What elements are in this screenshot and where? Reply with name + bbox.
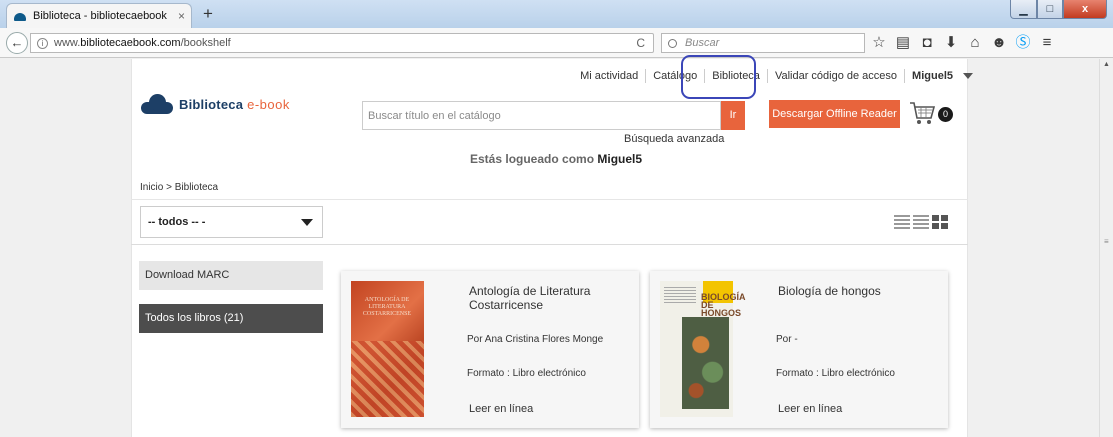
nav-separator	[766, 69, 768, 83]
book-format: Formato : Libro electrónico	[467, 368, 586, 379]
book-title[interactable]: Antología de Literatura Costarricense	[469, 284, 619, 312]
nav-mi-actividad[interactable]: Mi actividad	[580, 70, 638, 82]
catalog-search-input[interactable]: Buscar título en el catálogo	[362, 101, 721, 130]
grid-view-icon[interactable]	[932, 215, 948, 229]
close-window-button[interactable]: x	[1063, 0, 1107, 19]
logo-text-bold: Biblioteca	[179, 96, 244, 112]
book-title[interactable]: Biología de hongos	[778, 284, 928, 298]
view-toggle	[891, 215, 948, 229]
reload-icon[interactable]: C	[636, 36, 645, 50]
nav-validar-codigo[interactable]: Validar código de acceso	[775, 70, 897, 82]
browser-search-input[interactable]: Buscar	[661, 33, 865, 53]
url-host: bibliotecaebook.com	[80, 37, 181, 49]
new-tab-button[interactable]: +	[198, 4, 218, 24]
url-path: /bookshelf	[180, 37, 231, 49]
cart-count-badge: 0	[938, 107, 953, 122]
book-format: Formato : Libro electrónico	[776, 368, 895, 379]
menu-icon[interactable]: ≡	[1036, 28, 1058, 58]
home-icon[interactable]: ⌂	[964, 28, 986, 58]
search-go-button[interactable]: Ir	[721, 101, 745, 130]
scroll-up-icon[interactable]: ▲	[1103, 61, 1110, 68]
book-author: Por -	[776, 334, 798, 345]
cart-icon[interactable]	[908, 99, 936, 127]
chat-icon[interactable]: ☻	[988, 28, 1010, 58]
scroll-grip-icon[interactable]: ≡	[1104, 237, 1109, 246]
tab-title: Biblioteca - bibliotecaebook	[33, 10, 167, 22]
book-author: Por Ana Cristina Flores Monge	[467, 334, 604, 345]
reading-list-icon[interactable]: ▤	[892, 28, 914, 58]
sidebar-item-download-marc[interactable]: Download MARC	[139, 261, 323, 290]
pocket-icon[interactable]: ◘	[916, 28, 938, 58]
chevron-down-icon[interactable]	[963, 73, 973, 79]
cover-title: BIOLOGÍA DE HONGOS	[701, 292, 746, 318]
star-icon[interactable]: ☆	[868, 28, 890, 58]
browser-toolbar: ☆ ▤ ◘ ⬇ ⌂ ☻ Ⓢ ≡	[866, 28, 1058, 58]
top-nav: Mi actividad Catálogo Biblioteca Validar…	[580, 69, 973, 83]
logged-in-status: Estás logueado como Miguel5	[470, 152, 642, 166]
list-view-icon[interactable]	[894, 215, 910, 229]
cover-pattern	[351, 341, 424, 417]
cover-mushroom-image	[682, 317, 729, 409]
nav-separator	[904, 69, 906, 83]
browser-search-placeholder: Buscar	[685, 37, 720, 49]
nav-separator	[645, 69, 647, 83]
advanced-search-link[interactable]: Búsqueda avanzada	[624, 133, 724, 145]
book-card[interactable]: BIOLOGÍA DE HONGOS Biología de hongos Po…	[650, 271, 948, 428]
tab-close-icon[interactable]: ×	[178, 9, 185, 23]
download-icon[interactable]: ⬇	[940, 28, 962, 58]
book-cover-image[interactable]: ANTOLOGÍA DE LITERATURA COSTARRICENSE	[351, 281, 424, 417]
cover-author-lines	[664, 287, 696, 305]
download-offline-reader-button[interactable]: Descargar Offline Reader	[769, 100, 900, 128]
highlight-annotation	[681, 55, 756, 99]
book-card[interactable]: ANTOLOGÍA DE LITERATURA COSTARRICENSE An…	[341, 271, 639, 428]
url-prefix: www.	[54, 37, 81, 49]
back-button[interactable]: ←	[6, 32, 28, 54]
site-logo[interactable]: Biblioteca e-book	[141, 94, 290, 114]
site-favicon-icon	[13, 11, 27, 21]
logged-user: Miguel5	[597, 152, 643, 166]
read-online-link[interactable]: Leer en línea	[469, 403, 533, 415]
info-icon[interactable]: i	[37, 37, 48, 49]
browser-tab[interactable]: Biblioteca - bibliotecaebook ×	[6, 3, 192, 28]
logged-prefix: Estás logueado como	[470, 152, 595, 166]
search-icon	[668, 38, 677, 48]
skype-icon[interactable]: Ⓢ	[1012, 28, 1034, 58]
logo-text-light: e-book	[247, 96, 290, 112]
sidebar-item-todos-los-libros[interactable]: Todos los libros (21)	[139, 304, 323, 333]
user-menu[interactable]: Miguel5	[912, 70, 953, 82]
dropdown-arrow-icon	[301, 219, 313, 226]
category-select[interactable]: -- todos -- -	[140, 206, 323, 238]
maximize-button[interactable]: □	[1037, 0, 1063, 19]
cloud-library-icon	[141, 94, 173, 114]
detail-view-icon[interactable]	[913, 215, 929, 229]
book-cover-image[interactable]: BIOLOGÍA DE HONGOS	[660, 281, 745, 417]
vertical-scrollbar[interactable]: ▲ ≡	[1099, 59, 1113, 437]
read-online-link[interactable]: Leer en línea	[778, 403, 842, 415]
minimize-button[interactable]: ▁	[1010, 0, 1037, 19]
url-bar[interactable]: i www. bibliotecaebook.com/bookshelf C	[30, 33, 654, 53]
window-controls: ▁ □ x	[1010, 0, 1107, 20]
cover-title: ANTOLOGÍA DE LITERATURA COSTARRICENSE	[362, 297, 412, 317]
category-select-value: -- todos -- -	[148, 216, 206, 228]
breadcrumb[interactable]: Inicio > Biblioteca	[140, 182, 218, 193]
